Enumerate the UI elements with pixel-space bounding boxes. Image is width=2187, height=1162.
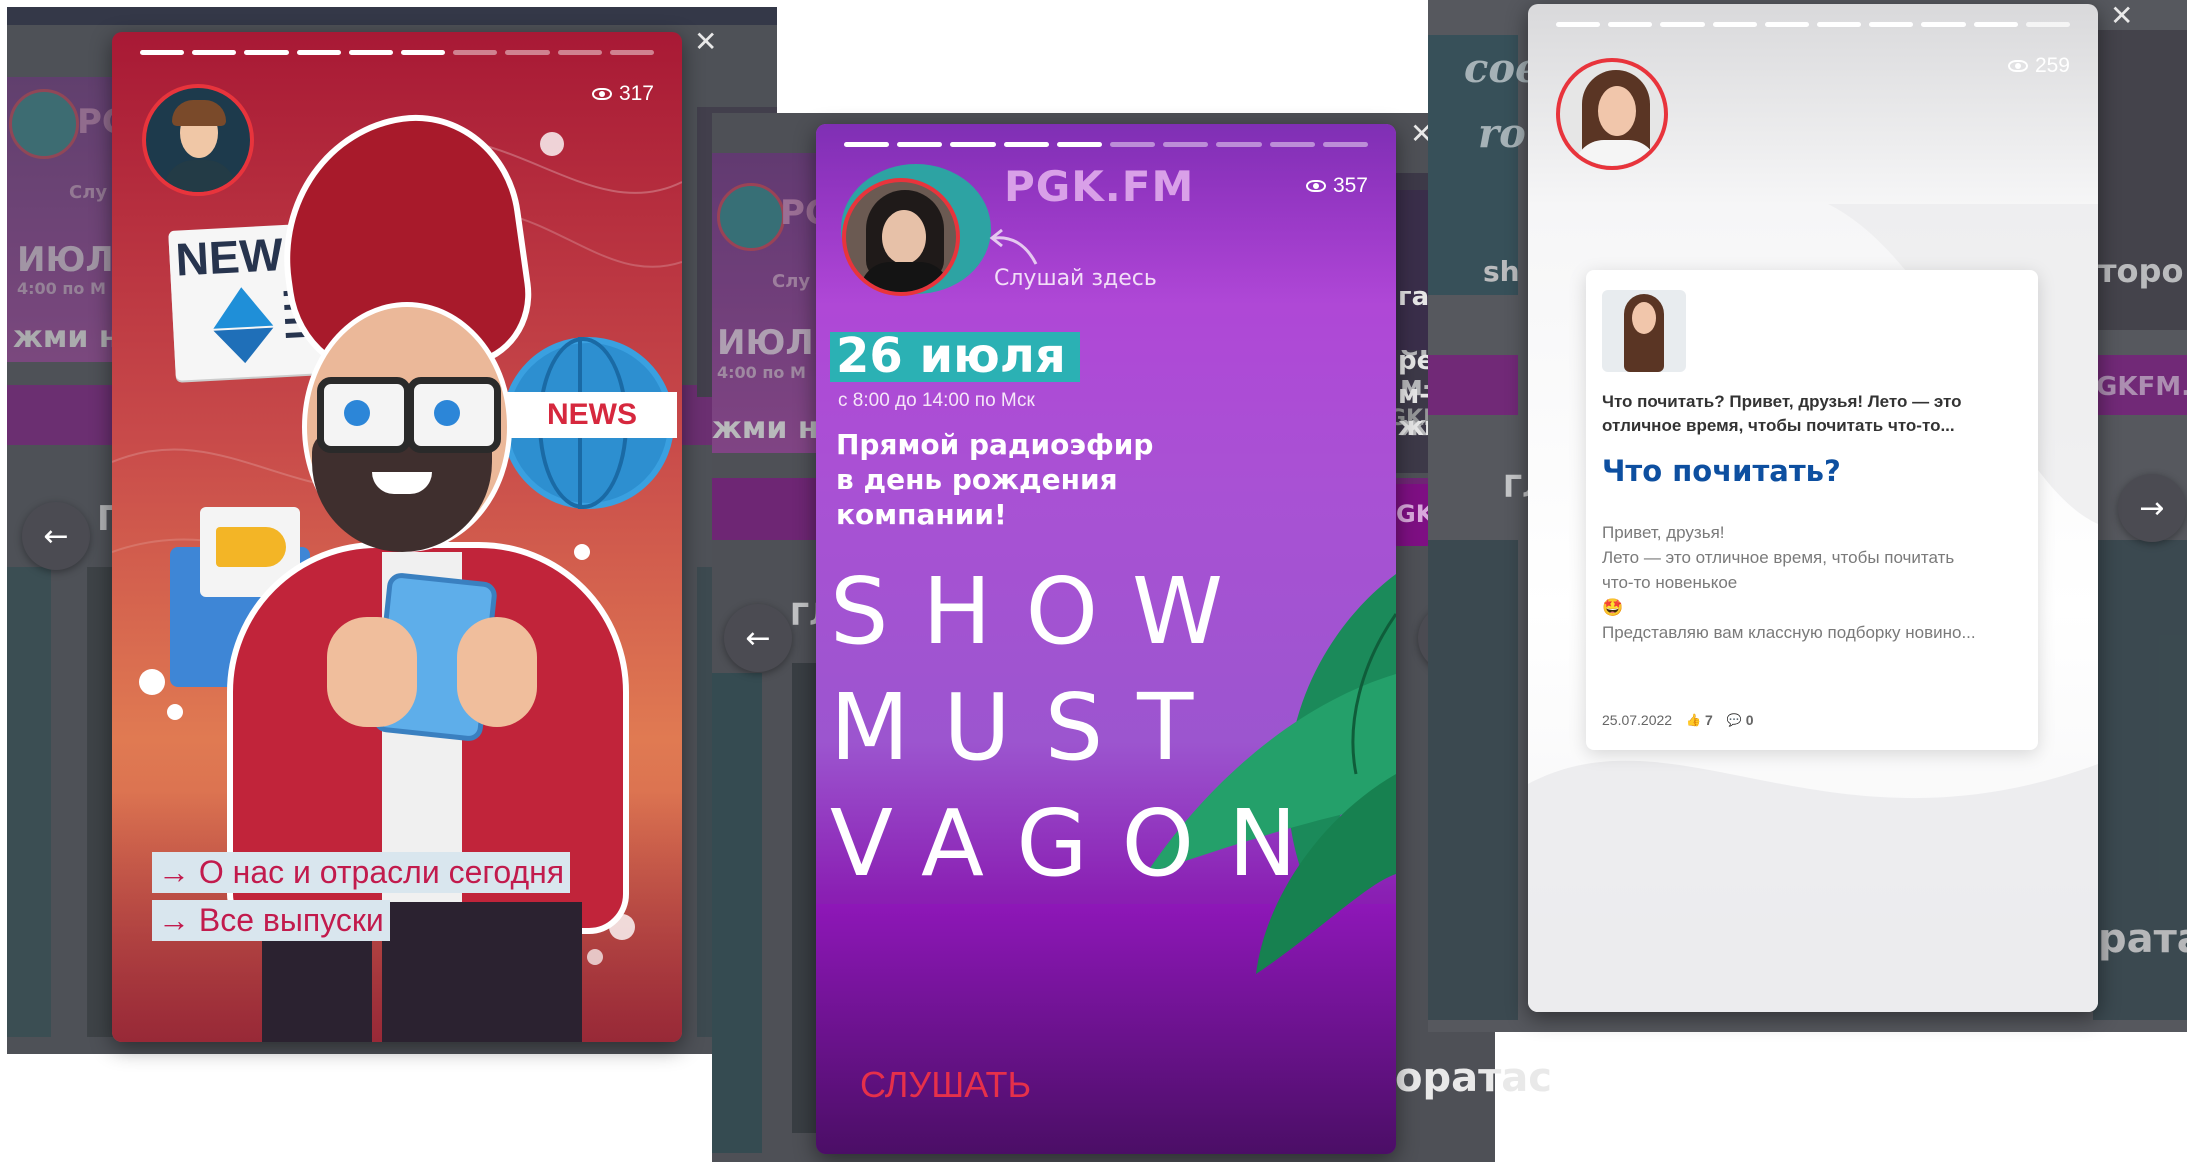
show-title: SHOW MUST VAGON bbox=[830, 558, 1331, 897]
comment-count[interactable]: 💬 0 bbox=[1727, 712, 1754, 728]
author-avatar[interactable] bbox=[142, 84, 254, 196]
post-card[interactable]: Что почитать? Привет, друзья! Лето — это… bbox=[1586, 270, 2038, 750]
author-avatar[interactable] bbox=[842, 178, 960, 296]
radio-brand: PGK.FM bbox=[1004, 162, 1195, 211]
comment-icon: 💬 bbox=[1726, 713, 1742, 727]
close-button[interactable]: ✕ bbox=[694, 28, 717, 56]
arrow-right-icon: → bbox=[2139, 490, 2165, 526]
story-card-post[interactable]: 259 Что почитать? Привет, друзья! Лето —… bbox=[1528, 4, 2098, 1012]
post-body: Привет, друзья! Лето — это отличное врем… bbox=[1602, 520, 2032, 645]
eye-icon bbox=[2007, 60, 2028, 72]
close-icon: ✕ bbox=[2110, 0, 2134, 32]
emoji-icon: 🤩 bbox=[1602, 598, 1624, 617]
listen-button[interactable]: СЛУШАТЬ bbox=[860, 1064, 1031, 1106]
close-icon: ✕ bbox=[694, 25, 718, 58]
story-link-about[interactable]: → О нас и отрасли сегодня bbox=[152, 852, 571, 893]
bg-right-text-8: м- bbox=[1398, 380, 1431, 410]
newspaper-label: NEW bbox=[174, 228, 285, 286]
thumbs-up-icon: 👍 bbox=[1686, 713, 1702, 727]
view-count: 317 bbox=[591, 82, 654, 106]
prev-story-button[interactable]: ← bbox=[22, 502, 90, 570]
eye-icon bbox=[1305, 180, 1326, 192]
event-headline: Прямой радиоэфир в день рождения компани… bbox=[836, 428, 1154, 531]
story-progress-bar bbox=[844, 142, 1369, 148]
post-date: 25.07.2022 bbox=[1602, 712, 1673, 728]
view-count: 259 bbox=[2007, 54, 2070, 78]
arrow-left-icon: ← bbox=[43, 518, 69, 554]
post-excerpt: Что почитать? Привет, друзья! Лето — это… bbox=[1602, 392, 1962, 435]
next-story-button[interactable]: → bbox=[2118, 474, 2186, 542]
story-card-news[interactable]: 317 NEW NEWS → О нас и отрасли сегодня →… bbox=[112, 32, 682, 1042]
bg-right-bottom-text: оратас bbox=[1395, 1055, 1552, 1101]
prev-story-button[interactable]: ← bbox=[724, 604, 792, 672]
story-progress-bar bbox=[1556, 22, 2071, 28]
eye-icon bbox=[591, 88, 612, 100]
post-thumbnail bbox=[1602, 290, 1686, 372]
listen-here-label: Слушай здесь bbox=[994, 266, 1157, 291]
author-avatar[interactable] bbox=[1556, 58, 1668, 170]
event-date: 26 июля bbox=[836, 328, 1066, 384]
close-button[interactable]: ✕ bbox=[2110, 2, 2133, 30]
story-progress-bar bbox=[140, 50, 655, 56]
news-ribbon: NEWS bbox=[507, 392, 677, 438]
post-meta: 25.07.2022 👍 7 💬 0 bbox=[1602, 712, 1754, 728]
story-card-radio[interactable]: 357 PGK.FM Слушай здесь 26 июля с 8:00 д… bbox=[816, 124, 1396, 1154]
story-link-all-episodes[interactable]: → Все выпуски bbox=[152, 900, 390, 941]
like-count[interactable]: 👍 7 bbox=[1686, 712, 1713, 728]
event-time: с 8:00 до 14:00 по Мск bbox=[838, 390, 1035, 411]
view-count: 357 bbox=[1305, 174, 1368, 198]
post-title[interactable]: Что почитать? bbox=[1602, 454, 1841, 488]
arrow-left-icon: ← bbox=[745, 620, 771, 656]
